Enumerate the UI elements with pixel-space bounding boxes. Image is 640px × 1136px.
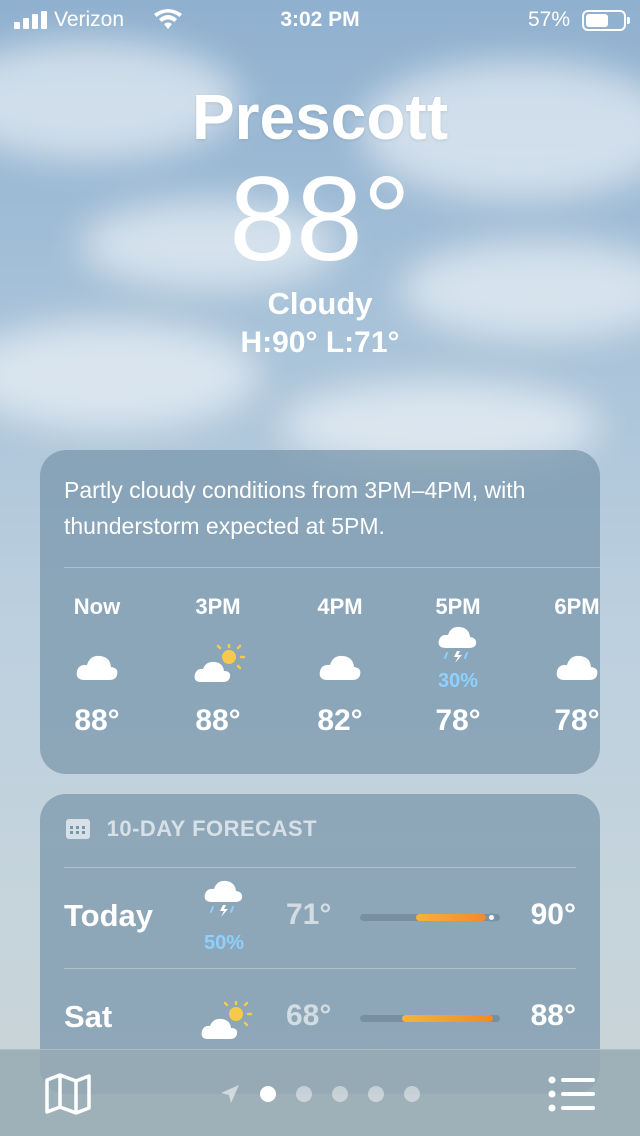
hour-item: 5PM 30% 78°	[403, 594, 513, 738]
hour-label: Now	[73, 594, 121, 619]
hour-item: Now 88°	[42, 594, 152, 738]
hour-item: 4PM 82°	[285, 594, 395, 738]
current-temperature-marker	[486, 913, 496, 922]
calendar-icon	[66, 819, 90, 839]
hourly-summary: Partly cloudy conditions from 3PM–4PM, w…	[64, 477, 526, 539]
page-indicator[interactable]	[0, 1084, 640, 1104]
page-dot-active[interactable]	[260, 1086, 276, 1102]
cloud-icon	[556, 655, 598, 680]
forecast-header: 10-DAY FORECAST	[66, 816, 317, 842]
day-high-temperature: 88°	[530, 999, 576, 1032]
thunderstorm-icon	[438, 626, 477, 663]
current-condition: Cloudy	[267, 286, 373, 321]
hour-item: 6PM 78°	[522, 594, 600, 738]
current-temperature: 88°	[229, 152, 411, 286]
list-icon[interactable]	[548, 1074, 596, 1114]
cloud-icon	[76, 655, 118, 680]
temperature-range-bar	[360, 1015, 500, 1022]
temperature-range-fill	[402, 1015, 493, 1022]
hour-temperature: 78°	[554, 704, 600, 737]
high-low-temperature: H:90° L:71°	[240, 326, 400, 359]
day-high-temperature: 90°	[530, 898, 576, 931]
precipitation-chance: 30%	[437, 670, 479, 692]
page-dot[interactable]	[296, 1086, 312, 1102]
hour-item: 3PM 88°	[163, 594, 273, 738]
day-low-temperature: 68°	[286, 999, 332, 1032]
partly-sunny-icon	[201, 1001, 253, 1039]
hourly-forecast-card[interactable]: Partly cloudy conditions from 3PM–4PM, w…	[40, 450, 600, 774]
hour-label: 6PM	[554, 594, 600, 619]
hour-temperature: 82°	[317, 704, 363, 737]
location-arrow-icon	[221, 1085, 239, 1103]
forecast-day-row[interactable]: Today 50% 71° 90°	[64, 868, 576, 968]
page-dot[interactable]	[404, 1086, 420, 1102]
cloud-icon	[319, 655, 361, 680]
page-dot[interactable]	[368, 1086, 384, 1102]
battery-icon	[582, 10, 630, 31]
hour-temperature: 78°	[435, 704, 481, 737]
day-name: Today	[64, 898, 153, 933]
temperature-range-bar	[360, 913, 500, 922]
hour-label: 5PM	[435, 594, 481, 619]
day-low-temperature: 71°	[286, 898, 332, 931]
page-dot[interactable]	[332, 1086, 348, 1102]
battery-percentage: 57%	[527, 8, 570, 31]
hour-temperature: 88°	[195, 704, 241, 737]
bottom-toolbar	[0, 1049, 640, 1136]
status-bar: Verizon 3:02 PM 57%	[0, 0, 640, 40]
thunderstorm-icon	[204, 880, 243, 917]
hour-temperature: 88°	[74, 704, 120, 737]
hour-label: 3PM	[195, 594, 241, 619]
divider	[64, 567, 600, 568]
temperature-range-fill	[416, 914, 486, 921]
day-name: Sat	[64, 999, 113, 1034]
partly-sunny-icon	[194, 644, 246, 682]
hour-label: 4PM	[317, 594, 363, 619]
precipitation-chance: 50%	[203, 932, 245, 954]
forecast-header-label: 10-DAY FORECAST	[106, 816, 318, 841]
city-name: Prescott	[191, 81, 449, 153]
